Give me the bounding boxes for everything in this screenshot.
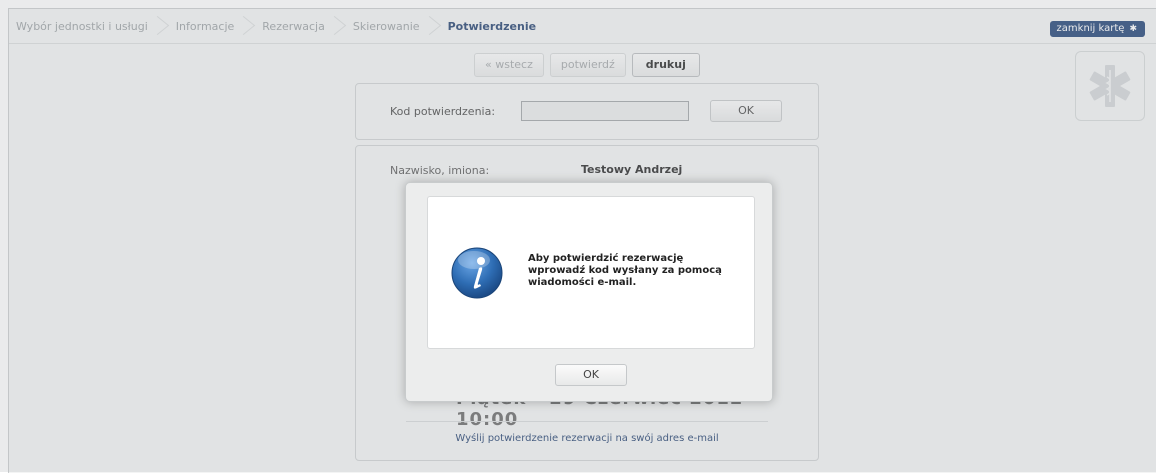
dialog-ok-button[interactable]: OK	[555, 364, 627, 386]
info-dialog: Aby potwierdzić rezerwację wprowadź kod …	[405, 182, 773, 402]
dialog-content: Aby potwierdzić rezerwację wprowadź kod …	[427, 196, 755, 349]
dialog-message: Aby potwierdzić rezerwację wprowadź kod …	[528, 253, 722, 288]
info-icon	[451, 247, 503, 299]
